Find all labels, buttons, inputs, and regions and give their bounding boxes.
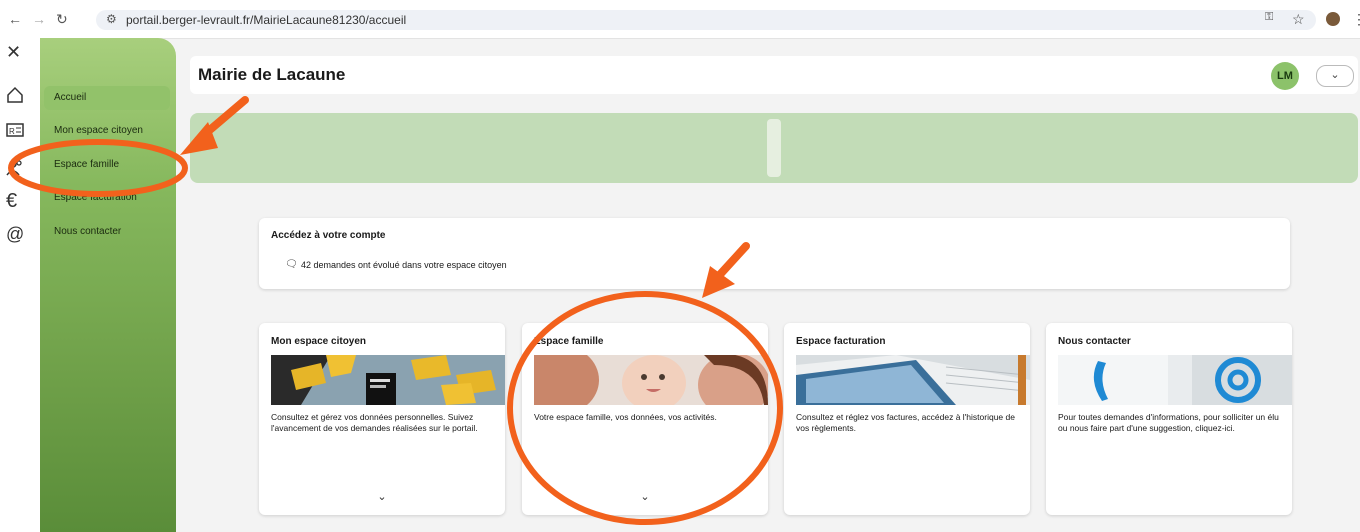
family-icon[interactable]	[6, 158, 24, 181]
card-title: Nous contacter	[1058, 336, 1131, 347]
chevron-down-icon[interactable]: ⌄	[259, 490, 505, 503]
password-key-icon[interactable]: ⚿	[1265, 11, 1273, 24]
card-description: Votre espace famille, vos données, vos a…	[534, 412, 717, 422]
hero-banner	[190, 113, 1358, 183]
reload-icon[interactable]: ↻	[56, 11, 68, 28]
card-title: Espace facturation	[796, 336, 886, 347]
menu-dots-icon[interactable]: ⋮	[1352, 11, 1360, 28]
sidebar-item-espace-famille[interactable]: Espace famille	[44, 153, 170, 177]
family-photo-image	[534, 355, 768, 405]
browser-toolbar: ← → ↻ ⚙ portail.berger-levrault.fr/Mairi…	[0, 0, 1360, 39]
sidebar-item-nous-contacter[interactable]: Nous contacter	[44, 220, 170, 244]
sidebar-icon-strip: ✕ R € @	[0, 38, 40, 532]
close-icon[interactable]: ✕	[6, 42, 21, 63]
invoice-image	[796, 355, 1030, 405]
svg-text:R: R	[9, 127, 15, 136]
envelopes-image	[271, 355, 505, 405]
card-mon-espace-citoyen[interactable]: Mon espace citoyen Consultez et gérez vo…	[259, 323, 505, 515]
contact-image	[1058, 355, 1292, 405]
bookmark-star-icon[interactable]: ☆	[1292, 11, 1305, 28]
chevron-down-icon[interactable]: ⌄	[522, 490, 768, 503]
profile-avatar-icon[interactable]	[1326, 12, 1340, 26]
page-header: Mairie de Lacaune LM ⌄	[190, 56, 1358, 94]
sidebar-nav: Accueil Mon espace citoyen Espace famill…	[40, 38, 176, 532]
sidebar-item-mon-espace-citoyen[interactable]: Mon espace citoyen	[44, 119, 170, 143]
sidebar-item-espace-facturation[interactable]: Espace facturation	[44, 186, 170, 210]
account-notification[interactable]: 🗨 42 demandes ont évolué dans votre espa…	[285, 259, 507, 270]
id-card-icon[interactable]: R	[6, 122, 24, 143]
url-text: portail.berger-levrault.fr/MairieLacaune…	[126, 13, 407, 27]
sidebar-item-accueil[interactable]: Accueil	[44, 86, 170, 110]
home-icon[interactable]	[6, 86, 24, 109]
euro-icon[interactable]: €	[6, 190, 17, 213]
account-dropdown-button[interactable]: ⌄	[1316, 65, 1354, 87]
user-avatar[interactable]: LM	[1271, 62, 1299, 90]
site-settings-icon[interactable]: ⚙	[106, 12, 117, 26]
card-title: Mon espace citoyen	[271, 336, 367, 347]
forward-arrow-icon[interactable]: →	[32, 11, 46, 27]
page-title: Mairie de Lacaune	[198, 65, 346, 84]
back-arrow-icon[interactable]: ←	[8, 11, 22, 27]
card-description: Consultez et gérez vos données personnel…	[271, 412, 478, 433]
address-bar[interactable]: ⚙ portail.berger-levrault.fr/MairieLacau…	[96, 10, 1316, 30]
account-notification-text: 42 demandes ont évolué dans votre espace…	[301, 260, 507, 270]
account-panel: Accédez à votre compte 🗨 42 demandes ont…	[259, 218, 1290, 289]
card-description: Consultez et réglez vos factures, accéde…	[796, 412, 1015, 433]
card-espace-famille[interactable]: Espace famille Votre espace famille, vos…	[522, 323, 768, 515]
card-description: Pour toutes demandes d'informations, pou…	[1058, 412, 1279, 433]
card-title: Espace famille	[534, 336, 604, 347]
account-title: Accédez à votre compte	[271, 230, 386, 241]
card-nous-contacter[interactable]: Nous contacter Pour toutes demandes d'in…	[1046, 323, 1292, 515]
card-espace-facturation[interactable]: Espace facturation Consultez et réglez v…	[784, 323, 1030, 515]
at-icon[interactable]: @	[6, 224, 24, 245]
chat-bubble-icon: 🗨	[285, 259, 298, 270]
banner-placeholder	[767, 119, 781, 177]
